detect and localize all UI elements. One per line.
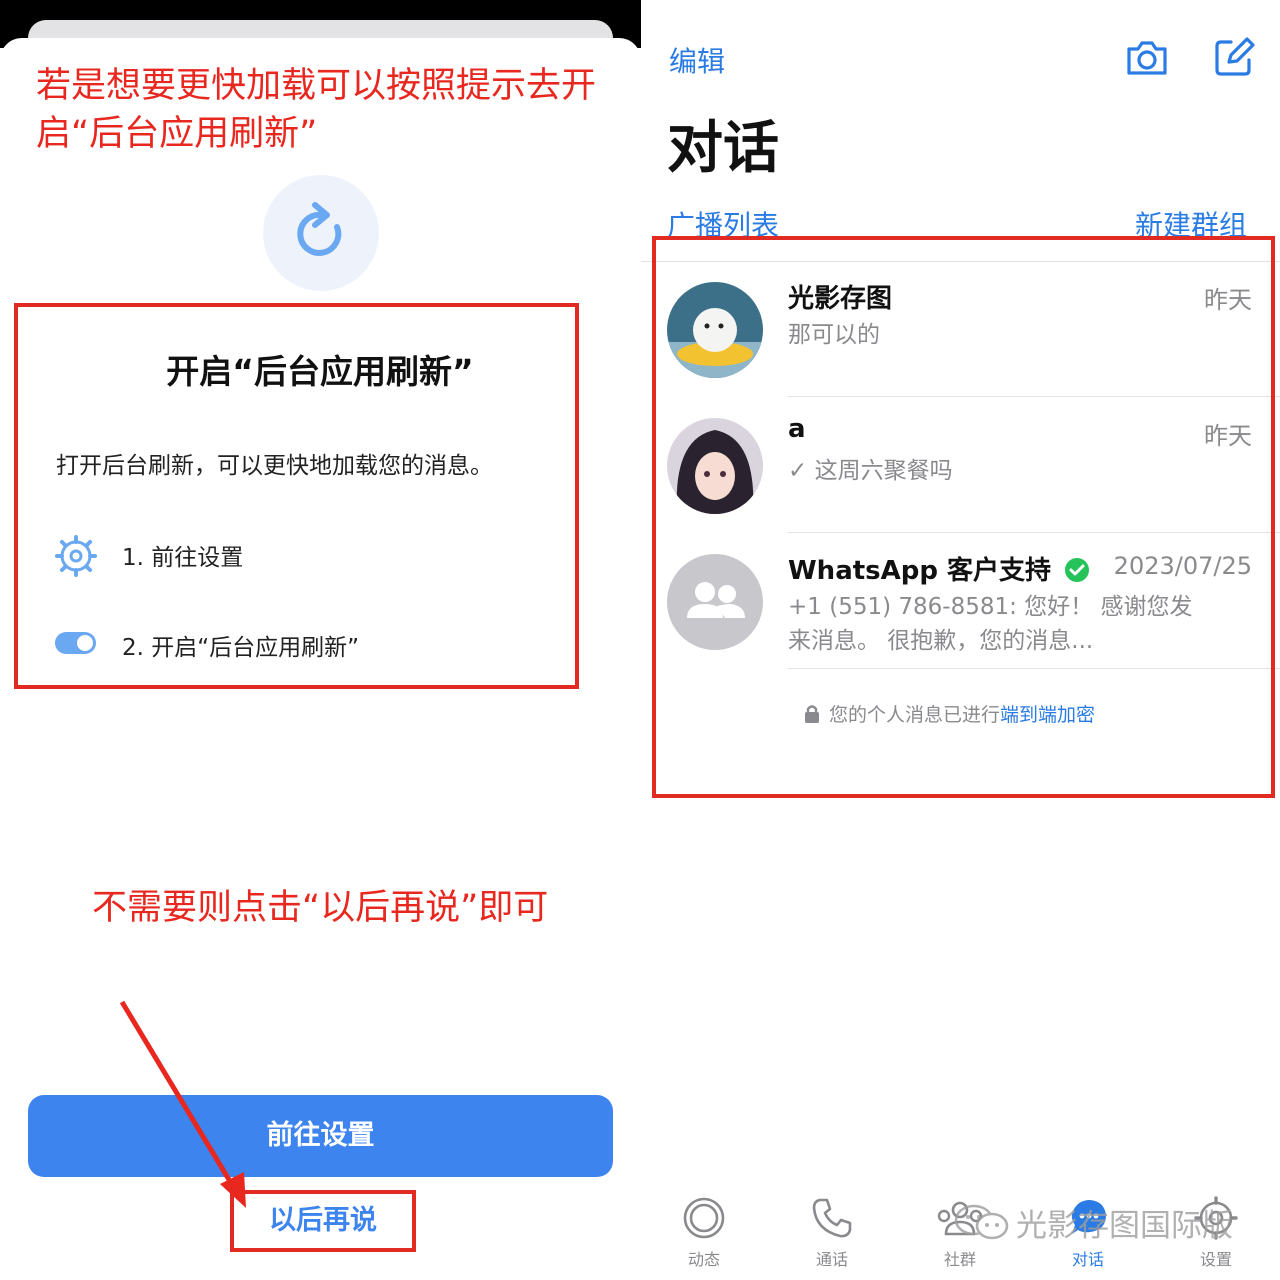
edit-link[interactable]: 编辑: [669, 40, 725, 80]
left-panel: 若是想要更快加载可以按照提示去开启“后台应用刷新” 开启“后台应用刷新” 打开后…: [0, 0, 641, 1280]
tab-label: 通话: [815, 1250, 848, 1269]
tab-status[interactable]: 动态: [654, 1196, 754, 1270]
watermark: 光影存图国际版: [952, 1200, 1233, 1245]
highlight-box-chats: [652, 236, 1275, 798]
annotation-arrow: [119, 1000, 246, 1208]
compose-icon[interactable]: [1213, 36, 1255, 82]
status-icon: [683, 1197, 725, 1239]
tab-label: 设置: [1199, 1250, 1232, 1269]
tab-label: 对话: [1071, 1250, 1104, 1269]
page-title: 对话: [667, 116, 779, 181]
tab-label: 社群: [943, 1250, 976, 1269]
tab-calls[interactable]: 通话: [782, 1196, 882, 1270]
tab-label: 动态: [687, 1250, 720, 1269]
watermark-text: 光影存图国际版: [1016, 1208, 1233, 1244]
wechat-icon: [954, 1204, 1009, 1240]
camera-icon[interactable]: [1125, 38, 1169, 82]
phone-icon: [812, 1198, 852, 1238]
